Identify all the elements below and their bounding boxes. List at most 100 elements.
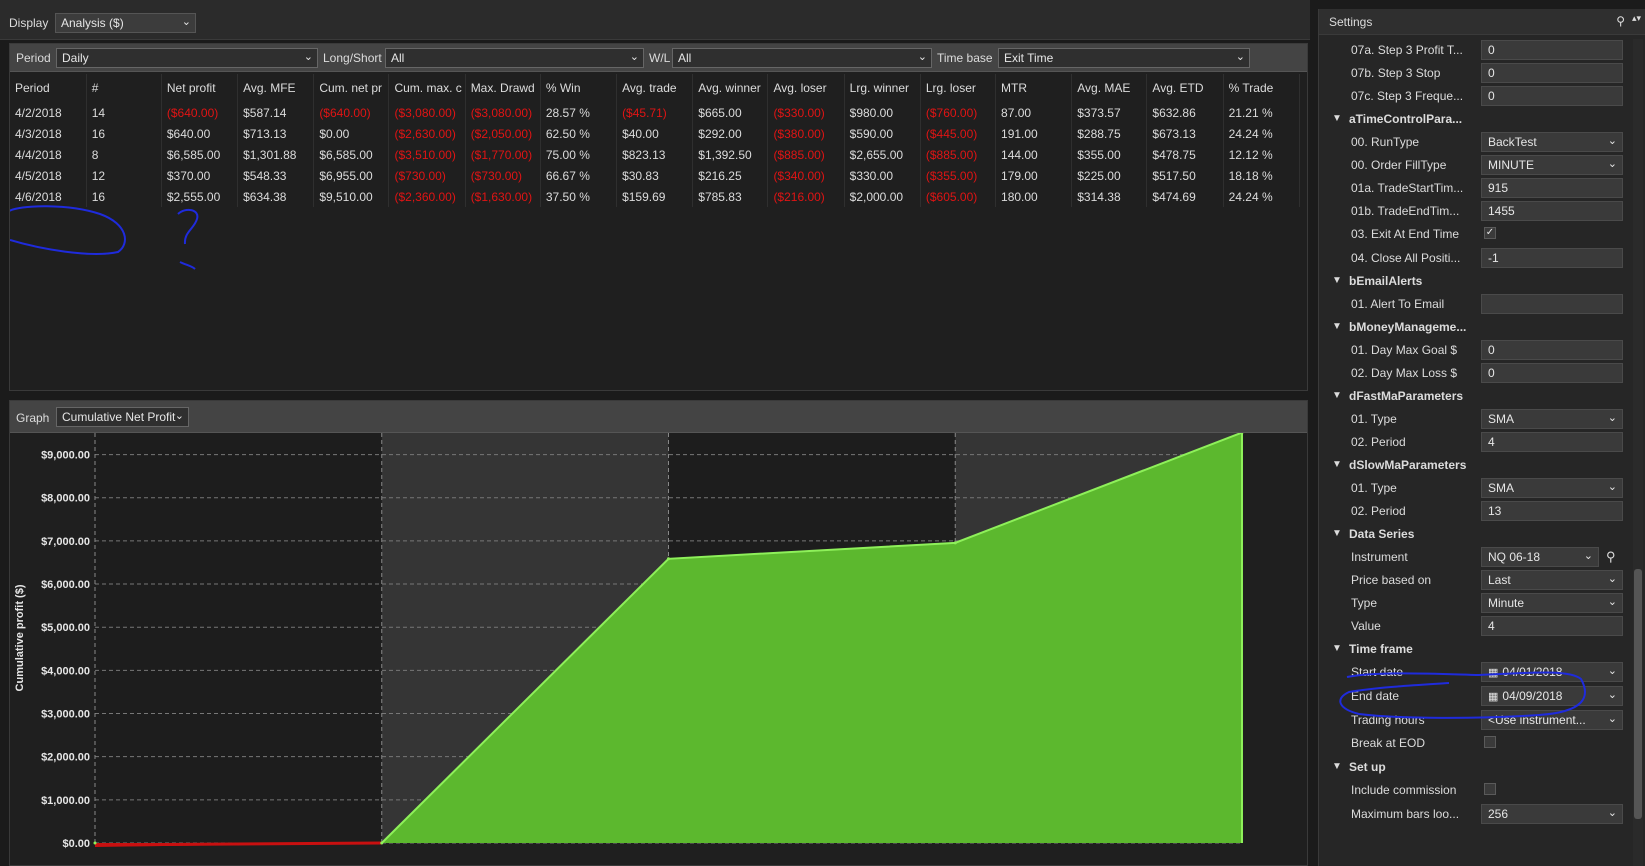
table-cell: $314.38 bbox=[1071, 186, 1148, 207]
property-input[interactable]: <Use instrument... ⌄ bbox=[1481, 710, 1623, 730]
date-picker[interactable]: ▦ 04/09/2018 ⌄ bbox=[1481, 686, 1623, 706]
column-header[interactable]: Lrg. winner bbox=[844, 74, 921, 102]
property-input[interactable]: MINUTE ⌄ bbox=[1481, 155, 1623, 175]
data-point bbox=[667, 557, 670, 561]
table-cell: 87.00 bbox=[995, 102, 1073, 123]
settings-property-row: 00. Order FillType MINUTE ⌄ bbox=[1319, 154, 1627, 176]
property-input[interactable]: 4 bbox=[1481, 616, 1623, 636]
column-header[interactable]: Avg. winner bbox=[692, 74, 769, 102]
column-header[interactable]: Cum. net pr bbox=[313, 74, 390, 102]
property-label: End date bbox=[1351, 689, 1400, 703]
collapse-triangle-icon[interactable]: ▼ bbox=[1332, 275, 1342, 286]
pin-icon[interactable]: ⚲ bbox=[1616, 14, 1625, 28]
column-header[interactable]: Cum. max. c bbox=[388, 74, 466, 102]
chevron-down-icon: ⌄ bbox=[1235, 51, 1245, 63]
settings-category[interactable]: ▼ dFastMaParameters bbox=[1319, 385, 1627, 407]
wl-select[interactable]: All ⌄ bbox=[672, 48, 932, 68]
scrollbar-thumb[interactable] bbox=[1634, 569, 1642, 819]
table-cell: $474.69 bbox=[1146, 186, 1224, 207]
property-checkbox[interactable] bbox=[1484, 736, 1496, 748]
property-input[interactable]: 13 bbox=[1481, 501, 1623, 521]
settings-property-row: 01. Day Max Goal $ 0 bbox=[1319, 339, 1627, 361]
settings-category[interactable]: ▼ Set up bbox=[1319, 756, 1627, 778]
property-input[interactable]: BackTest ⌄ bbox=[1481, 132, 1623, 152]
property-input[interactable]: Minute ⌄ bbox=[1481, 593, 1623, 613]
settings-category[interactable]: ▼ bEmailAlerts bbox=[1319, 270, 1627, 292]
property-input[interactable]: 0 bbox=[1481, 63, 1623, 83]
settings-category[interactable]: ▼ Time frame bbox=[1319, 638, 1627, 660]
property-checkbox[interactable]: ✓ bbox=[1484, 227, 1496, 239]
period-select[interactable]: Daily ⌄ bbox=[56, 48, 318, 68]
collapse-triangle-icon[interactable]: ▼ bbox=[1332, 459, 1342, 470]
table-row[interactable]: 4/4/2018 8 $6,585.00 $1,301.88 $6,585.00 ($3,… bbox=[10, 144, 1301, 165]
property-input[interactable]: 0 bbox=[1481, 340, 1623, 360]
property-input[interactable]: SMA ⌄ bbox=[1481, 409, 1623, 429]
property-input[interactable]: 256 ⌄ bbox=[1481, 804, 1623, 824]
property-input[interactable]: SMA ⌄ bbox=[1481, 478, 1623, 498]
chevron-down-icon[interactable]: ▴▾ bbox=[1632, 13, 1641, 24]
settings-property-row: End date ▦ 04/09/2018 ⌄ bbox=[1319, 685, 1627, 707]
property-input[interactable]: 0 bbox=[1481, 86, 1623, 106]
category-label: Time frame bbox=[1349, 642, 1413, 656]
table-cell: $1,392.50 bbox=[692, 144, 769, 165]
column-header[interactable]: % Trade bbox=[1223, 74, 1301, 102]
table-cell: $590.00 bbox=[844, 123, 921, 144]
property-input[interactable]: 0 bbox=[1481, 363, 1623, 383]
table-cell: $823.13 bbox=[616, 144, 694, 165]
settings-category[interactable]: ▼ Data Series bbox=[1319, 523, 1627, 545]
search-icon[interactable]: ⚲ bbox=[1606, 549, 1616, 565]
settings-category[interactable]: ▼ bMoneyManageme... bbox=[1319, 316, 1627, 338]
table-row[interactable]: 4/6/2018 16 $2,555.00 $634.38 $9,510.00 ($2,3… bbox=[10, 186, 1301, 207]
chevron-down-icon: ⌄ bbox=[1607, 412, 1617, 424]
settings-scrollbar[interactable] bbox=[1633, 39, 1643, 866]
column-header[interactable]: % Win bbox=[540, 74, 618, 102]
table-cell: $355.00 bbox=[1071, 144, 1148, 165]
column-header[interactable]: Avg. trade bbox=[616, 74, 694, 102]
column-header[interactable]: Avg. MFE bbox=[237, 74, 315, 102]
longshort-select[interactable]: All ⌄ bbox=[385, 48, 644, 68]
instrument-select[interactable]: NQ 06-18 ⌄ bbox=[1481, 547, 1599, 567]
timebase-select[interactable]: Exit Time ⌄ bbox=[998, 48, 1250, 68]
column-header[interactable]: Avg. MAE bbox=[1071, 74, 1148, 102]
property-input[interactable]: -1 bbox=[1481, 248, 1623, 268]
collapse-triangle-icon[interactable]: ▼ bbox=[1332, 321, 1342, 332]
property-label: Start date bbox=[1351, 665, 1404, 679]
column-header[interactable]: Period bbox=[10, 74, 87, 102]
calendar-icon: ▦ bbox=[1488, 667, 1499, 679]
date-picker[interactable]: ▦ 04/01/2018 ⌄ bbox=[1481, 662, 1623, 682]
chevron-down-icon: ⌄ bbox=[181, 16, 191, 28]
calendar-icon: ▦ bbox=[1488, 691, 1499, 703]
table-row[interactable]: 4/5/2018 12 $370.00 $548.33 $6,955.00 ($730.0… bbox=[10, 165, 1301, 186]
column-header[interactable]: Net profit bbox=[161, 74, 239, 102]
property-input[interactable]: 4 bbox=[1481, 432, 1623, 452]
collapse-triangle-icon[interactable]: ▼ bbox=[1332, 113, 1342, 124]
property-input[interactable]: 1455 bbox=[1481, 201, 1623, 221]
table-cell: ($45.71) bbox=[616, 102, 694, 123]
settings-category[interactable]: ▼ aTimeControlPara... bbox=[1319, 108, 1627, 130]
property-input[interactable] bbox=[1481, 294, 1623, 314]
column-header[interactable]: Avg. loser bbox=[767, 74, 845, 102]
collapse-triangle-icon[interactable]: ▼ bbox=[1332, 528, 1342, 539]
display-select[interactable]: Analysis ($) ⌄ bbox=[55, 13, 196, 33]
collapse-triangle-icon[interactable]: ▼ bbox=[1332, 643, 1342, 654]
table-row[interactable]: 4/3/2018 16 $640.00 $713.13 $0.00 ($2,630.00)… bbox=[10, 123, 1301, 144]
property-input[interactable]: 915 bbox=[1481, 178, 1623, 198]
property-label: 07c. Step 3 Freque... bbox=[1351, 89, 1464, 103]
collapse-triangle-icon[interactable]: ▼ bbox=[1332, 761, 1342, 772]
property-input[interactable]: 0 bbox=[1481, 40, 1623, 60]
property-input[interactable]: Last ⌄ bbox=[1481, 570, 1623, 590]
column-header[interactable]: Avg. ETD bbox=[1146, 74, 1224, 102]
column-header[interactable]: # bbox=[86, 74, 162, 102]
column-header[interactable]: MTR bbox=[995, 74, 1073, 102]
property-value: 4 bbox=[1488, 619, 1495, 633]
column-header[interactable]: Max. Drawd bbox=[465, 74, 541, 102]
settings-category[interactable]: ▼ dSlowMaParameters bbox=[1319, 454, 1627, 476]
table-cell: ($605.00) bbox=[920, 186, 997, 207]
column-header[interactable]: Lrg. loser bbox=[920, 74, 997, 102]
collapse-triangle-icon[interactable]: ▼ bbox=[1332, 390, 1342, 401]
graph-select[interactable]: Cumulative Net Profit ⌄ bbox=[56, 407, 189, 427]
property-checkbox[interactable] bbox=[1484, 783, 1496, 795]
property-label: 02. Day Max Loss $ bbox=[1351, 366, 1458, 380]
table-cell: ($330.00) bbox=[767, 102, 845, 123]
table-row[interactable]: 4/2/2018 14 ($640.00) $587.14 ($640.00) ($3,0… bbox=[10, 102, 1301, 123]
